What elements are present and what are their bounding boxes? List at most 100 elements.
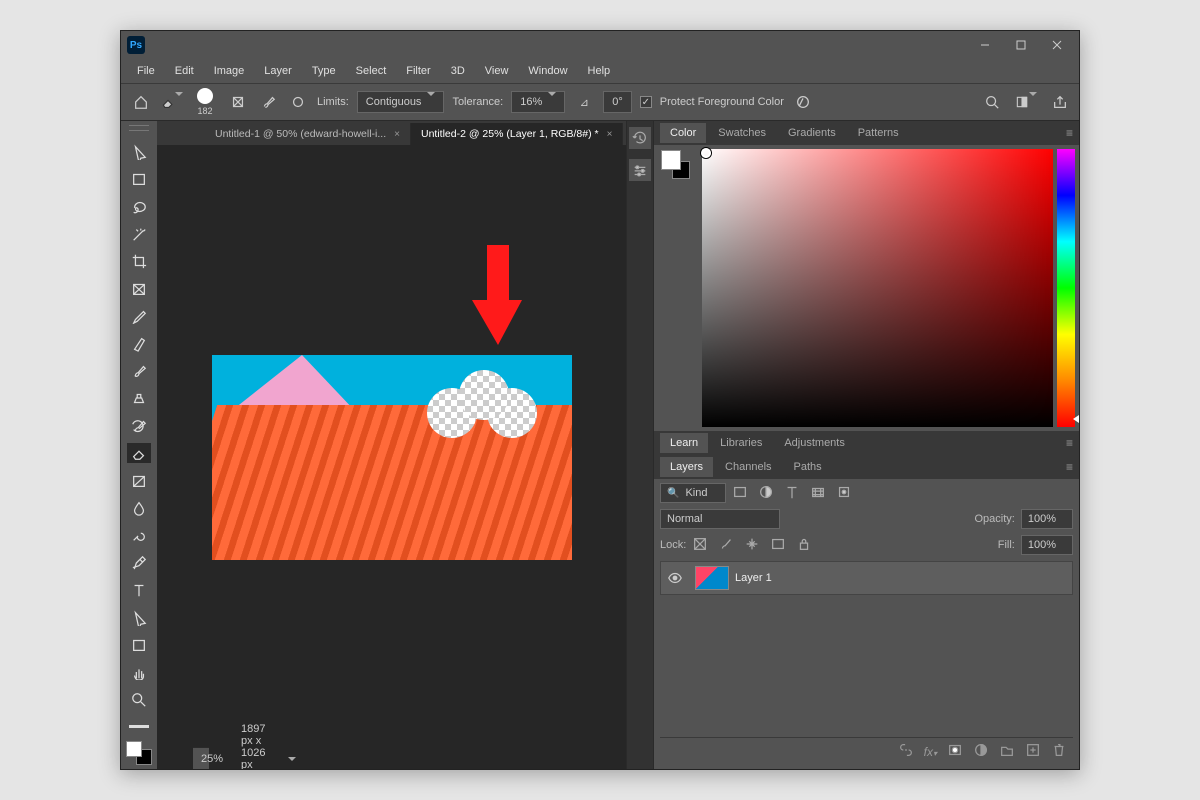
panel-tab-layers[interactable]: Layers <box>660 457 713 477</box>
document-tab[interactable]: Untitled-2 @ 25% (Layer 1, RGB/8#) *× <box>411 123 623 145</box>
adjustment-layer-icon[interactable] <box>973 742 989 761</box>
maximize-button[interactable] <box>1005 35 1037 55</box>
tablet-pressure-icon[interactable] <box>792 91 814 113</box>
opacity-input[interactable]: 100% <box>1021 509 1073 529</box>
protect-fg-checkbox[interactable] <box>640 96 652 108</box>
filter-adjust-icon[interactable] <box>758 484 774 503</box>
home-button[interactable] <box>129 90 153 114</box>
color-swatch[interactable] <box>126 741 152 765</box>
panel-tab-swatches[interactable]: Swatches <box>708 123 776 143</box>
filter-text-icon[interactable] <box>784 484 800 503</box>
lock-all-icon[interactable] <box>796 536 812 555</box>
filter-pixel-icon[interactable] <box>732 484 748 503</box>
history-panel-icon[interactable] <box>629 127 651 149</box>
minimize-button[interactable] <box>969 35 1001 55</box>
menu-filter[interactable]: Filter <box>398 62 438 80</box>
blur-tool[interactable] <box>127 498 151 518</box>
menu-window[interactable]: Window <box>520 62 575 80</box>
brush-settings-icon[interactable] <box>227 91 249 113</box>
panel-menu-icon[interactable]: ≡ <box>1060 460 1079 474</box>
panel-tab-channels[interactable]: Channels <box>715 457 781 477</box>
fx-icon[interactable]: fx▾ <box>924 745 937 759</box>
panel-tab-adjustments[interactable]: Adjustments <box>774 433 855 453</box>
lock-position-icon[interactable] <box>744 536 760 555</box>
menu-file[interactable]: File <box>129 62 163 80</box>
menu-view[interactable]: View <box>477 62 517 80</box>
lock-artboard-icon[interactable] <box>770 536 786 555</box>
menu-select[interactable]: Select <box>348 62 395 80</box>
hand-tool[interactable] <box>127 662 151 682</box>
gradient-tool[interactable] <box>127 470 151 490</box>
menu-3d[interactable]: 3D <box>443 62 473 80</box>
panel-menu-icon[interactable]: ≡ <box>1060 126 1079 140</box>
toolbar-grip[interactable] <box>129 125 149 131</box>
layer-name[interactable]: Layer 1 <box>735 572 772 584</box>
shape-tool[interactable] <box>127 635 151 655</box>
current-tool-icon[interactable] <box>161 91 183 113</box>
visibility-toggle[interactable] <box>661 570 689 586</box>
menu-type[interactable]: Type <box>304 62 344 80</box>
pen-tool[interactable] <box>127 553 151 573</box>
panel-tab-gradients[interactable]: Gradients <box>778 123 846 143</box>
menu-layer[interactable]: Layer <box>256 62 300 80</box>
lock-transparent-icon[interactable] <box>692 536 708 555</box>
text-tool[interactable] <box>127 580 151 600</box>
dodge-tool[interactable] <box>127 525 151 545</box>
panel-menu-icon[interactable]: ≡ <box>1060 436 1079 450</box>
clone-stamp-tool[interactable] <box>127 388 151 408</box>
search-icon[interactable] <box>981 91 1003 113</box>
new-layer-icon[interactable] <box>1025 742 1041 761</box>
document-tab[interactable]: Untitled-1 @ 50% (edward-howell-i...× <box>205 123 411 145</box>
share-icon[interactable] <box>1049 91 1071 113</box>
panel-tab-libraries[interactable]: Libraries <box>710 433 772 453</box>
zoom-level[interactable]: 25% <box>201 753 223 765</box>
filter-shape-icon[interactable] <box>810 484 826 503</box>
angle-input[interactable]: 0° <box>603 91 632 113</box>
brush-pressure-icon[interactable] <box>287 91 309 113</box>
panel-tab-patterns[interactable]: Patterns <box>848 123 909 143</box>
frame-tool[interactable] <box>127 279 151 299</box>
hue-slider[interactable] <box>1057 149 1075 427</box>
tab-close-icon[interactable]: × <box>394 129 400 140</box>
history-brush-tool[interactable] <box>127 416 151 436</box>
canvas-viewport[interactable] <box>157 145 626 769</box>
status-menu-icon[interactable] <box>284 753 296 765</box>
rect-marquee-tool[interactable] <box>127 169 151 189</box>
layer-filter-select[interactable]: 🔍Kind <box>660 483 726 503</box>
magic-wand-tool[interactable] <box>127 224 151 244</box>
tolerance-select[interactable]: 16% <box>511 91 565 113</box>
edit-toolbar-icon[interactable] <box>129 725 149 728</box>
blend-mode-select[interactable]: Normal <box>660 509 780 529</box>
color-field[interactable] <box>702 149 1053 427</box>
path-select-tool[interactable] <box>127 607 151 627</box>
delete-icon[interactable] <box>1051 742 1067 761</box>
zoom-tool[interactable] <box>127 690 151 710</box>
brush-sample-icon[interactable] <box>257 91 279 113</box>
healing-brush-tool[interactable] <box>127 333 151 353</box>
filter-smart-icon[interactable] <box>836 484 852 503</box>
mask-icon[interactable] <box>947 742 963 761</box>
menu-image[interactable]: Image <box>206 62 253 80</box>
panel-tab-paths[interactable]: Paths <box>784 457 832 477</box>
lock-pixels-icon[interactable] <box>718 536 734 555</box>
eyedropper-tool[interactable] <box>127 306 151 326</box>
group-icon[interactable] <box>999 742 1015 761</box>
brush-preset-picker[interactable]: 182 <box>191 88 219 116</box>
close-button[interactable] <box>1041 35 1073 55</box>
move-tool[interactable] <box>127 142 151 162</box>
layer-row-1[interactable]: Layer 1 <box>660 561 1073 595</box>
panel-tab-learn[interactable]: Learn <box>660 433 708 453</box>
menu-help[interactable]: Help <box>580 62 619 80</box>
fill-input[interactable]: 100% <box>1021 535 1073 555</box>
properties-panel-icon[interactable] <box>629 159 651 181</box>
brush-tool[interactable] <box>127 361 151 381</box>
workspace-icon[interactable] <box>1015 91 1037 113</box>
crop-tool[interactable] <box>127 251 151 271</box>
tab-close-icon[interactable]: × <box>607 129 613 140</box>
menu-edit[interactable]: Edit <box>167 62 202 80</box>
eraser-tool[interactable] <box>127 443 151 463</box>
lasso-tool[interactable] <box>127 196 151 216</box>
panel-tab-color[interactable]: Color <box>660 123 706 143</box>
doc-info[interactable]: 1897 px x 1026 px (72 ppi) <box>241 723 265 770</box>
limits-select[interactable]: Contiguous <box>357 91 445 113</box>
